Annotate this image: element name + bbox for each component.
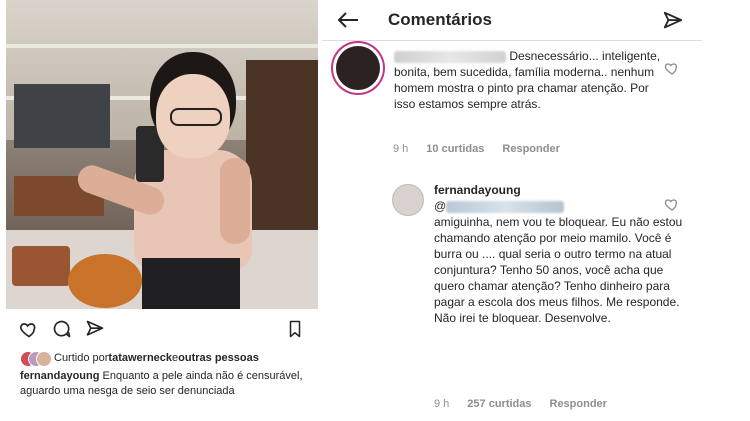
heart-icon[interactable] <box>18 318 40 340</box>
tv <box>14 84 110 148</box>
reply-button[interactable]: Responder <box>550 398 607 410</box>
mention-prefix: @ <box>434 199 447 213</box>
comment-likes[interactable]: 257 curtidas <box>467 398 531 410</box>
redacted-username <box>394 50 506 63</box>
caption-username[interactable]: fernandayoung <box>20 370 99 382</box>
heart-icon[interactable] <box>664 60 680 76</box>
person-arm <box>220 158 250 244</box>
comment-meta: 9 h 10 curtidas Responder <box>393 143 560 155</box>
back-button[interactable] <box>334 7 362 33</box>
post-actions <box>0 318 322 340</box>
share-icon[interactable] <box>84 318 106 340</box>
comment-likes[interactable]: 10 curtidas <box>426 143 484 155</box>
shelf-line <box>6 44 318 48</box>
avatar[interactable] <box>392 184 424 216</box>
comment-meta: 9 h 257 curtidas Responder <box>434 398 607 410</box>
back-arrow-icon <box>337 12 358 28</box>
comment-text: amiguinha, nem vou te bloquear. Eu não e… <box>434 215 683 325</box>
comments-panel: Comentários Desnecessário... inteligente… <box>322 0 750 421</box>
redacted-mention <box>446 200 565 213</box>
send-button[interactable] <box>660 8 686 34</box>
avatar[interactable] <box>336 46 380 90</box>
comments-header: Comentários <box>322 0 702 41</box>
likes-row: Curtido por tatawerneck e outras pessoas <box>20 351 259 367</box>
pants <box>142 258 240 309</box>
comment-body: Desnecessário... inteligente, bonita, be… <box>394 48 664 112</box>
liked-by-label: Curtido por <box>54 352 109 364</box>
post-caption: fernandayoung Enquanto a pele ainda não … <box>20 369 310 399</box>
pot <box>68 254 142 308</box>
comment-time: 9 h <box>393 143 409 155</box>
post-photo[interactable] <box>6 0 318 309</box>
others-link[interactable]: outras pessoas <box>178 352 259 364</box>
page-title: Comentários <box>388 10 492 29</box>
heart-icon[interactable] <box>664 196 680 212</box>
send-icon <box>663 11 683 29</box>
liker-avatars <box>20 351 52 367</box>
comment-body: fernandayoung @ amiguinha, nem vou te bl… <box>434 182 684 326</box>
comment-icon[interactable] <box>51 318 73 340</box>
glasses <box>170 108 222 126</box>
liked-by-user-link[interactable]: tatawerneck <box>108 352 172 364</box>
bag <box>12 246 70 286</box>
reply-button[interactable]: Responder <box>502 143 559 155</box>
bookmark-icon[interactable] <box>284 318 306 340</box>
comment-username[interactable]: fernandayoung <box>434 182 684 198</box>
avatar <box>36 351 52 367</box>
comment-time: 9 h <box>434 398 450 410</box>
instagram-post-panel: Curtido por tatawerneck e outras pessoas… <box>0 0 322 421</box>
